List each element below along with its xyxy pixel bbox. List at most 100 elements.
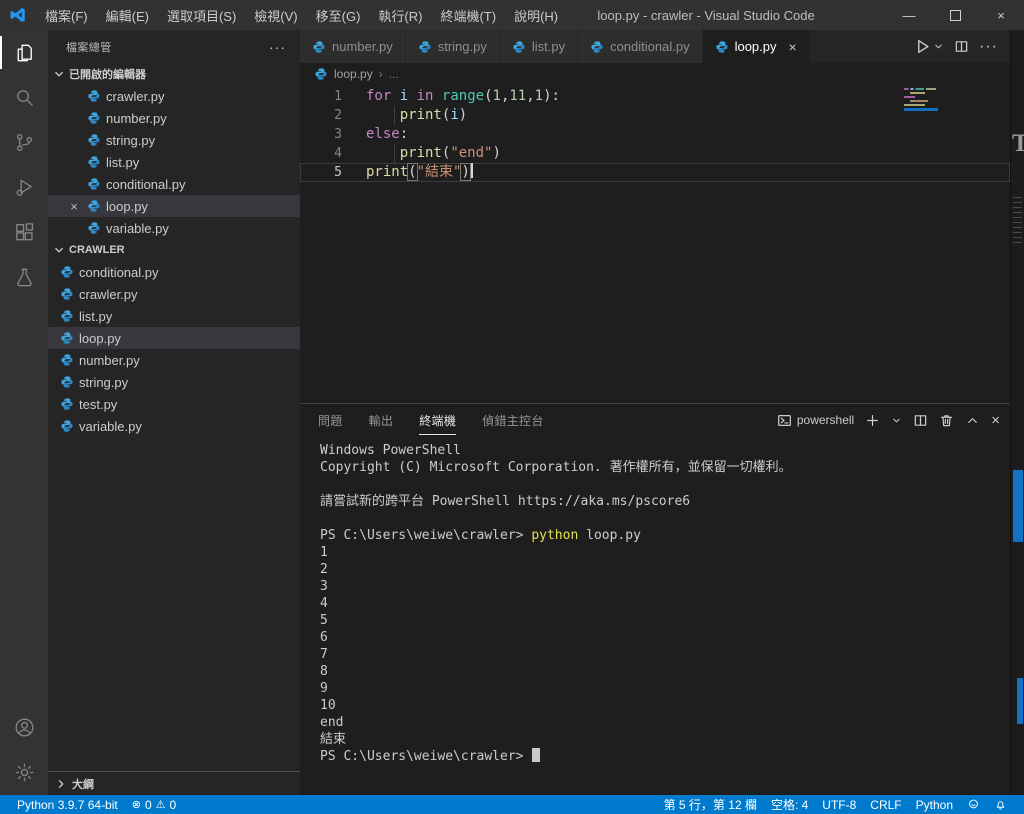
kill-terminal-trash-icon[interactable]	[939, 413, 954, 428]
tab-label: string.py	[437, 39, 487, 54]
problems-status[interactable]: ⊗ 0 ⚠ 0	[125, 795, 183, 814]
folder-header[interactable]: CRAWLER	[48, 239, 300, 261]
terminal-line: 8	[320, 664, 328, 679]
close-icon[interactable]: ×	[66, 199, 82, 214]
sidebar-more-icon[interactable]: ···	[265, 39, 290, 55]
cursor-position-status[interactable]: 第 5 行，第 12 欄	[657, 795, 764, 814]
language-mode-status[interactable]: Python	[909, 795, 960, 814]
sidebar-item-variable.py[interactable]: variable.py	[48, 217, 300, 239]
python-file-icon	[87, 221, 101, 235]
open-editors-header[interactable]: 已開啟的編輯器	[48, 63, 300, 85]
sidebar-item-crawler.py[interactable]: crawler.py	[48, 283, 300, 305]
background-window-sliver: T	[1010, 30, 1024, 795]
notifications-bell-icon[interactable]	[987, 795, 1014, 814]
menu-help[interactable]: 說明(H)	[506, 3, 566, 28]
file-name: crawler.py	[79, 286, 138, 302]
encoding-status[interactable]: UTF-8	[815, 795, 863, 814]
code-line[interactable]: 5 print("結束")	[300, 163, 1010, 182]
explorer-icon[interactable]	[0, 30, 48, 75]
python-file-icon	[60, 419, 74, 433]
search-icon[interactable]	[0, 75, 48, 120]
sidebar-item-number.py[interactable]: number.py	[48, 349, 300, 371]
sidebar-item-string.py[interactable]: string.py	[48, 129, 300, 151]
terminal-dropdown-chevron-icon[interactable]	[891, 415, 902, 426]
python-interpreter-status[interactable]: Python 3.9.7 64-bit	[10, 795, 125, 814]
sidebar-item-loop.py[interactable]: loop.py	[48, 327, 300, 349]
run-python-file-icon[interactable]	[914, 38, 931, 55]
panel-tab-終端機[interactable]: 終端機	[419, 406, 457, 435]
indentation-status[interactable]: 空格: 4	[764, 795, 815, 814]
activity-bar	[0, 30, 48, 795]
error-icon: ⊗	[131, 799, 141, 811]
menu-view[interactable]: 檢視(V)	[246, 3, 305, 28]
panel-tab-問題[interactable]: 問題	[318, 406, 343, 435]
close-icon[interactable]: ×	[789, 39, 797, 55]
tab-list.py[interactable]: list.py	[499, 30, 579, 63]
breadcrumb[interactable]: loop.py › ...	[300, 63, 1010, 85]
powershell-terminal-icon	[777, 414, 791, 426]
maximize-panel-chevron-icon[interactable]	[965, 413, 980, 428]
run-dropdown-chevron-icon[interactable]	[933, 41, 944, 52]
code-line[interactable]: 3 else:	[300, 125, 1010, 144]
sidebar-item-crawler.py[interactable]: crawler.py	[48, 85, 300, 107]
sidebar-item-conditional.py[interactable]: conditional.py	[48, 261, 300, 283]
sidebar-item-loop.py[interactable]: × loop.py	[48, 195, 300, 217]
menu-selection[interactable]: 選取項目(S)	[159, 3, 244, 28]
new-terminal-icon[interactable]	[865, 413, 880, 428]
menu-run[interactable]: 執行(R)	[370, 3, 430, 28]
terminal-output[interactable]: Windows PowerShell Copyright (C) Microsof…	[300, 436, 1010, 795]
python-file-icon	[87, 89, 101, 103]
panel-tab-偵錯主控台[interactable]: 偵錯主控台	[482, 406, 544, 435]
sidebar-item-test.py[interactable]: test.py	[48, 393, 300, 415]
code-line[interactable]: 2 print(i)	[300, 106, 1010, 125]
sidebar-item-string.py[interactable]: string.py	[48, 371, 300, 393]
tab-loop.py[interactable]: loop.py ×	[702, 30, 810, 63]
code-line[interactable]: 1 for i in range(1,11,1):	[300, 87, 1010, 106]
sidebar-item-list.py[interactable]: list.py	[48, 151, 300, 173]
outline-section[interactable]: 大綱	[48, 771, 300, 795]
sidebar-item-list.py[interactable]: list.py	[48, 305, 300, 327]
line-content: print("end")	[342, 144, 1010, 163]
window-controls: — ×	[886, 0, 1024, 30]
file-name: variable.py	[106, 220, 169, 236]
panel-tab-輸出[interactable]: 輸出	[369, 406, 394, 435]
settings-gear-icon[interactable]	[0, 750, 48, 795]
run-debug-icon[interactable]	[0, 165, 48, 210]
tab-string.py[interactable]: string.py	[405, 30, 500, 63]
terminal-selector[interactable]: powershell	[777, 413, 854, 428]
code-line[interactable]: 4 print("end")	[300, 144, 1010, 163]
feedback-icon[interactable]	[960, 795, 987, 814]
vscode-logo-icon	[10, 7, 25, 23]
split-terminal-icon[interactable]	[913, 413, 928, 428]
source-control-icon[interactable]	[0, 120, 48, 165]
breadcrumb-symbol[interactable]: ...	[389, 67, 399, 81]
testing-icon[interactable]	[0, 255, 48, 300]
close-icon[interactable]: ×	[978, 0, 1024, 30]
breadcrumb-file[interactable]: loop.py	[334, 67, 373, 81]
terminal-line: 6	[320, 630, 328, 645]
vscode-window: 檔案(F) 編輯(E) 選取項目(S) 檢視(V) 移至(G) 執行(R) 終端機(T) 說明…	[0, 0, 1024, 814]
tab-conditional.py[interactable]: conditional.py	[578, 30, 703, 63]
tab-number.py[interactable]: number.py	[300, 30, 406, 63]
editor-more-actions-icon[interactable]: ···	[979, 38, 998, 56]
python-file-icon	[715, 40, 729, 54]
account-icon[interactable]	[0, 705, 48, 750]
close-panel-icon[interactable]: ×	[991, 412, 1000, 429]
file-name: crawler.py	[106, 88, 165, 104]
minimize-icon[interactable]: —	[886, 0, 932, 30]
eol-status[interactable]: CRLF	[863, 795, 908, 814]
menu-terminal[interactable]: 終端機(T)	[432, 3, 504, 28]
menu-edit[interactable]: 編輯(E)	[98, 3, 157, 28]
sidebar-item-number.py[interactable]: number.py	[48, 107, 300, 129]
extensions-icon[interactable]	[0, 210, 48, 255]
split-editor-icon[interactable]	[954, 39, 969, 54]
maximize-icon[interactable]	[932, 0, 978, 30]
menu-file[interactable]: 檔案(F)	[37, 3, 96, 28]
sidebar-item-variable.py[interactable]: variable.py	[48, 415, 300, 437]
file-name: test.py	[79, 396, 118, 412]
file-name: number.py	[106, 110, 167, 126]
code-editor[interactable]: 1 for i in range(1,11,1): 2 print(i) 3 else:…	[300, 85, 1010, 403]
line-number: 5	[334, 165, 342, 180]
sidebar-item-conditional.py[interactable]: conditional.py	[48, 173, 300, 195]
menu-go[interactable]: 移至(G)	[308, 3, 369, 28]
